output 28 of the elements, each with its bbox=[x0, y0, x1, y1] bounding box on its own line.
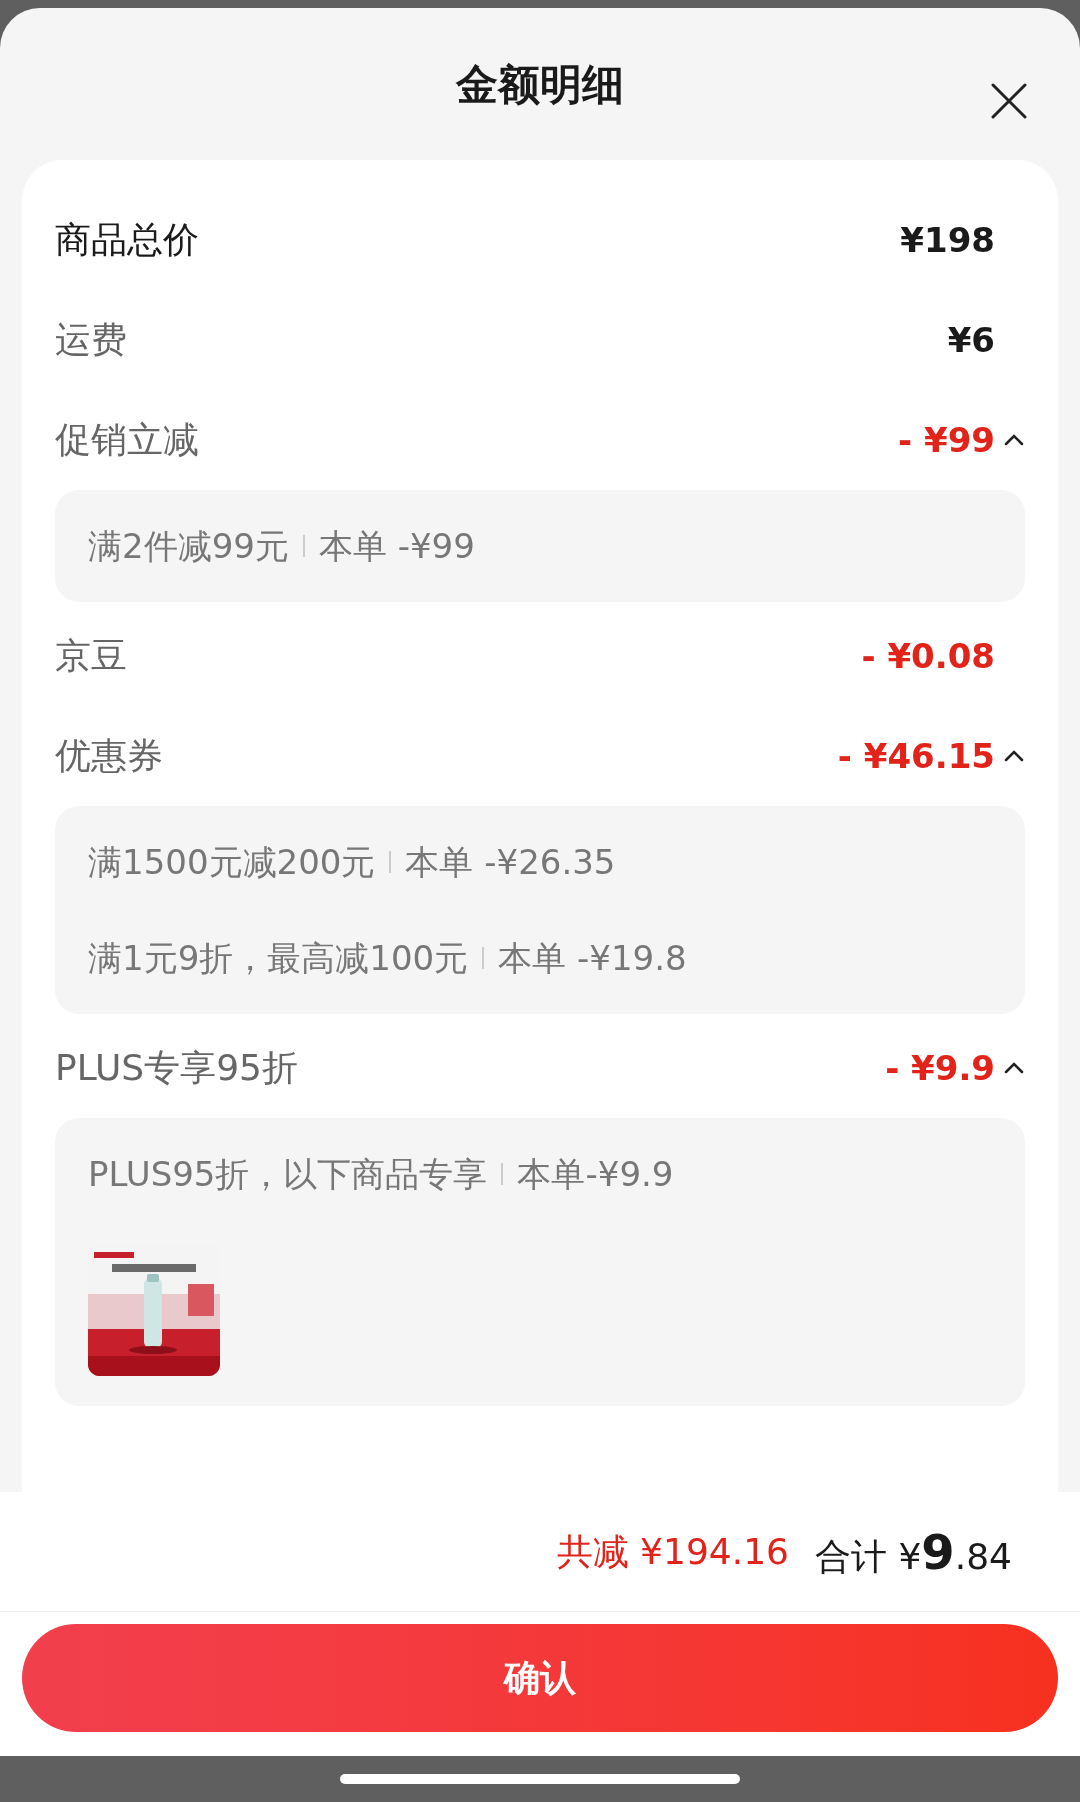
row-label: 促销立减 bbox=[55, 418, 199, 462]
chevron-up-icon[interactable] bbox=[1003, 1061, 1025, 1075]
detail-rule: PLUS95折，以下商品专享 bbox=[88, 1152, 488, 1196]
row-amount: - ¥0.08 bbox=[861, 634, 995, 678]
row-label: PLUS专享95折 bbox=[55, 1046, 298, 1090]
chevron-up-icon[interactable] bbox=[1003, 749, 1025, 763]
row-label: 运费 bbox=[55, 318, 127, 362]
row-amount: - ¥46.15 bbox=[837, 734, 995, 778]
chevron-up-icon[interactable] bbox=[1003, 433, 1025, 447]
row-label: 京豆 bbox=[55, 634, 127, 678]
detail-rule: 满1500元减200元 bbox=[88, 840, 376, 884]
grand-total: 合计 ¥9.84 bbox=[814, 1522, 1012, 1582]
detail-amount: 本单 -¥19.8 bbox=[498, 936, 687, 980]
detail-amount: 本单 -¥26.35 bbox=[405, 840, 616, 884]
detail-rule: 满1元9折，最高减100元 bbox=[88, 936, 469, 980]
row-amount: - ¥99 bbox=[898, 418, 995, 462]
detail-amount: 本单 -¥99 bbox=[318, 524, 475, 568]
sheet-title: 金额明细 bbox=[456, 58, 624, 111]
detail-rule: 满2件减99元 bbox=[88, 524, 289, 568]
saved-total: 共减 ¥194.16 bbox=[556, 1529, 789, 1574]
close-icon[interactable] bbox=[990, 82, 1028, 120]
detail-amount: 本单-¥9.9 bbox=[517, 1152, 674, 1196]
row-amount: ¥198 bbox=[900, 218, 995, 262]
row-label: 商品总价 bbox=[55, 218, 199, 262]
row-amount: - ¥9.9 bbox=[885, 1046, 995, 1090]
row-amount: ¥6 bbox=[947, 318, 995, 362]
confirm-button[interactable]: 确认 bbox=[22, 1624, 1058, 1732]
row-label: 优惠券 bbox=[55, 734, 163, 778]
